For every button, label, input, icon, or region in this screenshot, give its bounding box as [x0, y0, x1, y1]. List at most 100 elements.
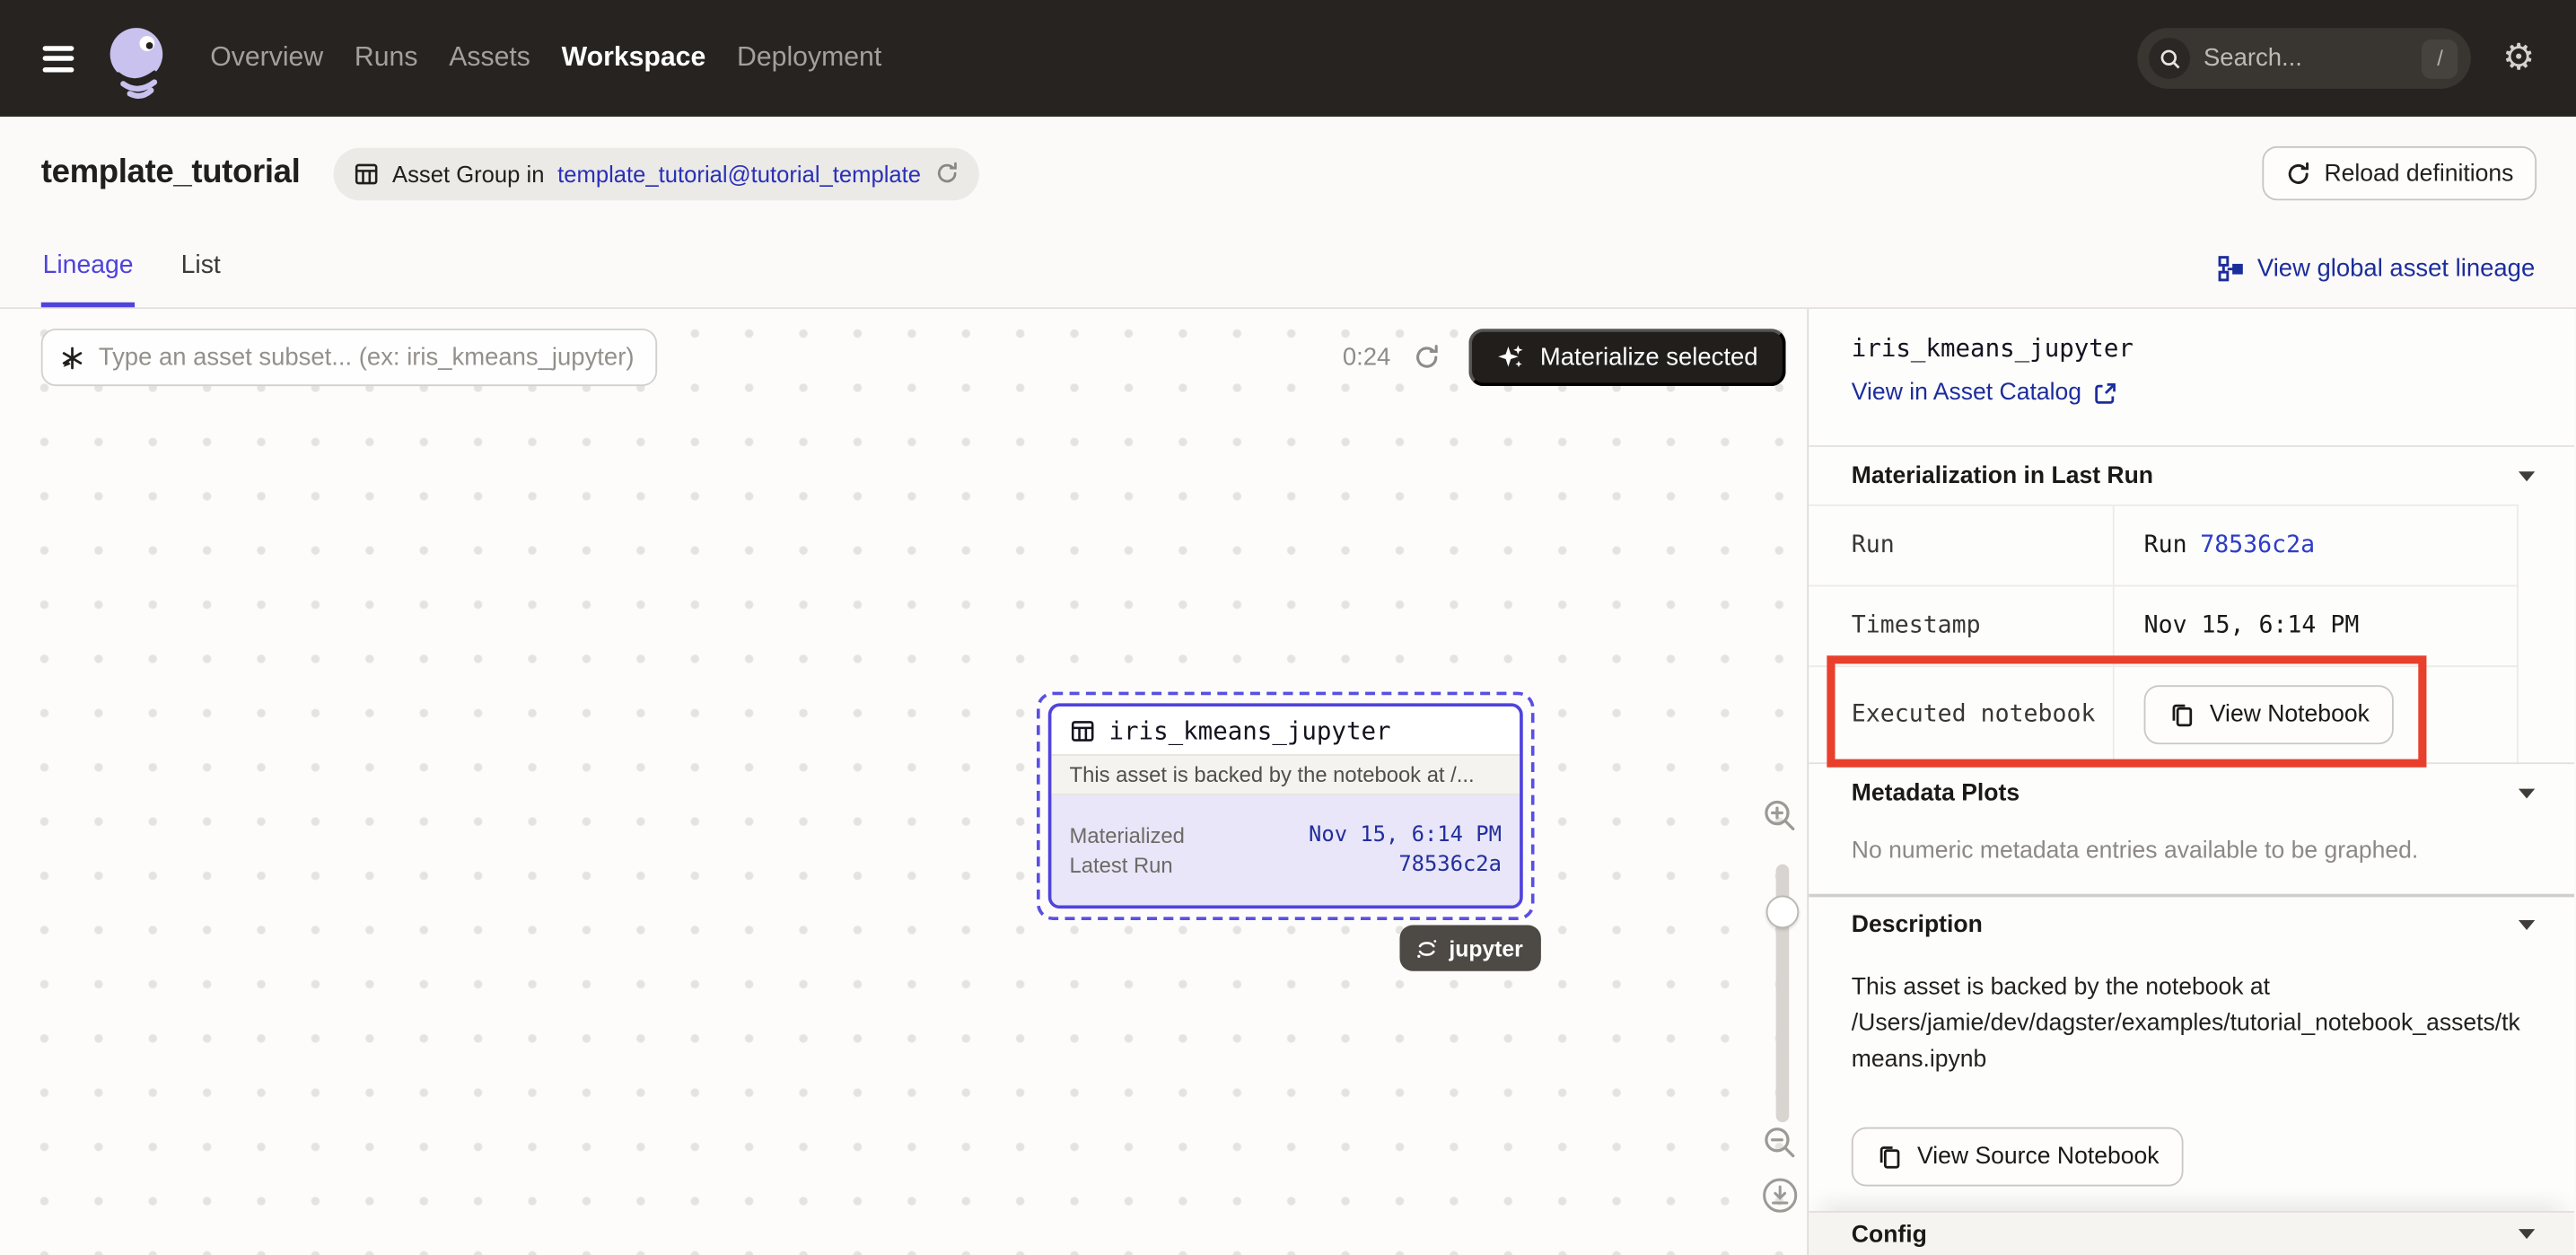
nav-item-workspace[interactable]: Workspace [560, 33, 707, 84]
asset-group-prefix: Asset Group in [392, 160, 545, 186]
zoom-in-icon[interactable] [1761, 797, 1799, 835]
view-source-notebook-button[interactable]: View Source Notebook [1852, 1128, 2184, 1187]
view-global-asset-lineage-label: View global asset lineage [2257, 255, 2535, 283]
chevron-down-icon [2519, 788, 2535, 798]
section-title: Metadata Plots [1852, 780, 2020, 806]
stat-value[interactable]: 78536c2a [1398, 853, 1502, 877]
chevron-down-icon [2519, 920, 2535, 930]
lineage-canvas[interactable]: 0:24 Materialize selected [0, 309, 1809, 1255]
asset-selector-icon [59, 344, 85, 370]
asset-node-header: iris_kmeans_jupyter [1051, 706, 1520, 754]
section-title: Config [1852, 1223, 1927, 1249]
tab-list[interactable]: List [180, 230, 223, 307]
main-content: 0:24 Materialize selected [0, 309, 2576, 1255]
row-value: Nov 15, 6:14 PM [2115, 613, 2360, 639]
view-notebook-button[interactable]: View Notebook [2144, 685, 2395, 744]
page-title: template_tutorial [41, 154, 301, 192]
section-materialization-in-last-run[interactable]: Materialization in Last Run [1809, 445, 2574, 505]
table-row-run: Run Run 78536c2a [1809, 506, 2517, 587]
asset-details-panel: iris_kmeans_jupyter View in Asset Catalo… [1809, 309, 2574, 1255]
run-id-link[interactable]: 78536c2a [2200, 532, 2315, 558]
table-row-executed-notebook: Executed notebook View Notebook [1809, 667, 2517, 762]
refresh-icon [2285, 160, 2311, 186]
section-title: Materialization in Last Run [1852, 462, 2153, 488]
nav-item-runs[interactable]: Runs [353, 33, 419, 84]
view-in-asset-catalog-link[interactable]: View in Asset Catalog [1852, 380, 2117, 406]
compute-kind-label: jupyter [1449, 935, 1522, 960]
row-value: View Notebook [2115, 685, 2395, 744]
download-icon[interactable] [1759, 1175, 1801, 1216]
dagster-app: Overview Runs Assets Workspace Deploymen… [0, 0, 2576, 1255]
notebook-icon [1876, 1144, 1902, 1170]
asset-node-name: iris_kmeans_jupyter [1108, 716, 1390, 746]
repo-location-link[interactable]: template_tutorial@tutorial_template [557, 160, 921, 186]
tab-lineage[interactable]: Lineage [41, 230, 136, 307]
sparkles-icon [1497, 344, 1525, 372]
view-global-asset-lineage-link[interactable]: View global asset lineage [2216, 230, 2535, 307]
section-title: Description [1852, 912, 1983, 938]
panel-asset-name: iris_kmeans_jupyter [1852, 334, 2535, 364]
nav-right: / ⚙ [2138, 28, 2535, 89]
page-header: template_tutorial Asset Group in templat… [0, 117, 2576, 230]
view-in-asset-catalog-label: View in Asset Catalog [1852, 380, 2081, 406]
row-label: Run [1809, 506, 2114, 585]
compute-kind-tag-jupyter[interactable]: jupyter [1399, 925, 1540, 970]
materialize-selected-button[interactable]: Materialize selected [1469, 329, 1785, 386]
external-link-icon [2093, 381, 2117, 405]
zoom-slider-handle[interactable] [1766, 896, 1800, 929]
nav-item-deployment[interactable]: Deployment [735, 33, 883, 84]
materialize-selected-label: Materialize selected [1540, 344, 1758, 372]
description-line: This asset is backed by the notebook at [1852, 974, 2270, 1000]
section-description[interactable]: Description [1809, 894, 2574, 953]
section-config[interactable]: Config [1809, 1211, 2574, 1255]
asset-node-description: This asset is backed by the notebook at … [1051, 754, 1520, 795]
stat-label: Latest Run [1070, 853, 1173, 877]
asset-group-badge: Asset Group in template_tutorial@tutoria… [333, 147, 978, 200]
chevron-down-icon [2519, 1229, 2535, 1239]
stat-materialized: Materialized Nov 15, 6:14 PM [1070, 823, 1502, 847]
row-label: Executed notebook [1809, 667, 2114, 762]
notebook-icon [2169, 702, 2195, 728]
row-value: Run 78536c2a [2115, 532, 2315, 558]
canvas-toolbar: 0:24 Materialize selected [41, 329, 1786, 386]
asset-node-stats: Materialized Nov 15, 6:14 PM Latest Run … [1051, 795, 1520, 906]
description-text: This asset is backed by the notebook at … [1809, 953, 2574, 1078]
dagster-logo-icon[interactable] [101, 24, 174, 103]
jupyter-icon [1415, 935, 1439, 960]
stat-value: Nov 15, 6:14 PM [1309, 823, 1502, 847]
refresh-icon[interactable] [1414, 344, 1441, 372]
tabs-row: Lineage List View global asset lineage [0, 230, 2576, 309]
asset-node-iris-kmeans-jupyter[interactable]: iris_kmeans_jupyter This asset is backed… [1037, 692, 1535, 920]
slash-shortcut-badge: / [2422, 39, 2458, 78]
asset-subset-filter[interactable] [41, 329, 657, 386]
description-path: /Users/jamie/dev/dagster/examples/tutori… [1852, 1005, 2535, 1078]
refresh-timer: 0:24 [1343, 344, 1390, 372]
reload-definitions-button[interactable]: Reload definitions [2262, 146, 2537, 200]
asset-subset-input[interactable] [99, 344, 639, 372]
nav-item-overview[interactable]: Overview [208, 33, 325, 84]
run-prefix: Run [2144, 532, 2187, 558]
section-metadata-plots[interactable]: Metadata Plots [1809, 762, 2574, 821]
zoom-out-icon[interactable] [1761, 1124, 1799, 1162]
row-label: Timestamp [1809, 586, 2114, 665]
top-nav: Overview Runs Assets Workspace Deploymen… [0, 0, 2576, 117]
chevron-down-icon [2519, 470, 2535, 480]
search-icon [2150, 38, 2191, 79]
search-input[interactable] [2190, 44, 2422, 72]
nav-links: Overview Runs Assets Workspace Deploymen… [208, 33, 883, 84]
hamburger-menu-icon[interactable] [43, 45, 74, 71]
panel-header: iris_kmeans_jupyter View in Asset Catalo… [1809, 309, 2574, 406]
view-notebook-label: View Notebook [2210, 702, 2370, 728]
asset-node-card: iris_kmeans_jupyter This asset is backed… [1048, 703, 1523, 908]
global-search[interactable]: / [2138, 28, 2472, 89]
gear-icon[interactable]: ⚙ [2502, 40, 2535, 76]
lineage-graph-icon [2216, 255, 2244, 283]
table-row-timestamp: Timestamp Nov 15, 6:14 PM [1809, 586, 2517, 667]
reload-definitions-label: Reload definitions [2324, 160, 2513, 186]
source-button-wrap: View Source Notebook [1852, 1128, 2574, 1187]
nav-item-assets[interactable]: Assets [447, 33, 531, 84]
refresh-icon[interactable] [934, 161, 959, 185]
table-icon [1070, 718, 1096, 744]
view-source-notebook-label: View Source Notebook [1917, 1144, 2160, 1170]
stat-latest-run: Latest Run 78536c2a [1070, 853, 1502, 877]
